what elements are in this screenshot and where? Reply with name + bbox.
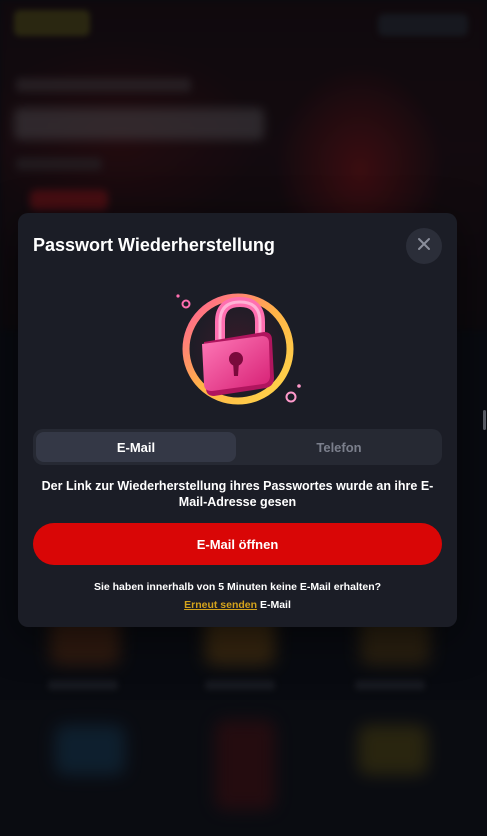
recovery-message: Der Link zur Wiederherstellung ihres Pas…: [41, 479, 434, 509]
modal-title: Passwort Wiederherstellung: [33, 235, 275, 255]
open-email-button[interactable]: E-Mail öffnen: [33, 523, 442, 565]
close-button[interactable]: [406, 228, 442, 264]
tab-phone[interactable]: Telefon: [239, 432, 439, 462]
password-recovery-modal: Passwort Wiederherstellung E-Mail Telefo…: [18, 213, 457, 627]
recovery-method-tabs: E-Mail Telefon: [33, 429, 442, 465]
padlock-icon: [168, 286, 308, 416]
resend-row: Erneut senden E-Mail: [33, 599, 442, 611]
resend-suffix: E-Mail: [259, 599, 291, 611]
scrollbar-thumb[interactable]: [483, 410, 486, 430]
tab-email[interactable]: E-Mail: [36, 432, 236, 462]
close-icon: [417, 237, 431, 256]
not-received-text: Sie haben innerhalb von 5 Minuten keine …: [93, 581, 382, 593]
resend-link[interactable]: Erneut senden: [184, 599, 257, 611]
